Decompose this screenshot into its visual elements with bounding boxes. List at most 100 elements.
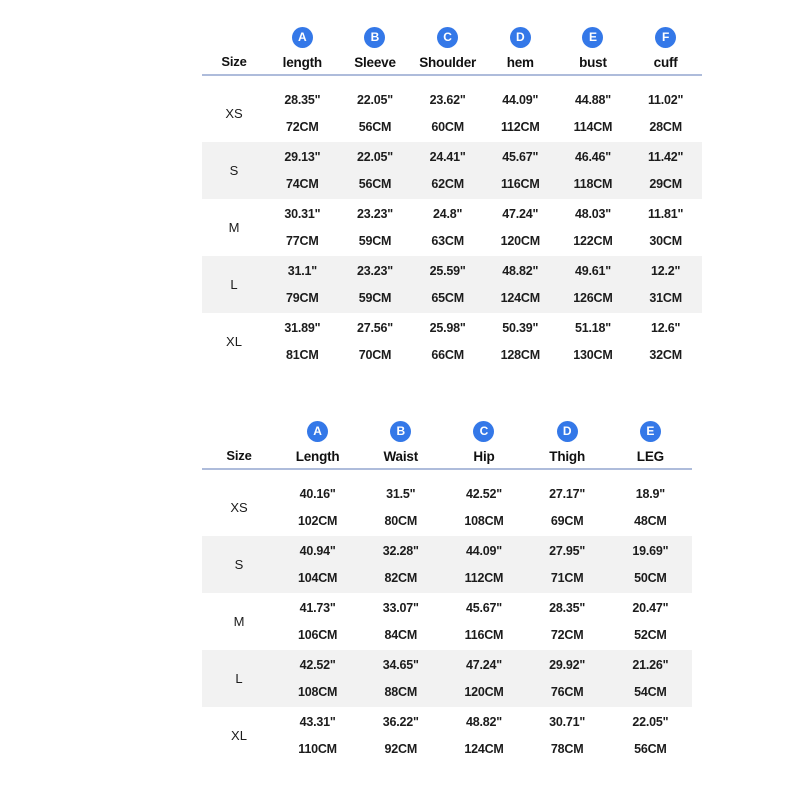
- measurement-cell: 49.61" 126CM: [556, 256, 630, 313]
- size-label: M: [228, 220, 240, 235]
- measurement-cm: 124CM: [500, 291, 540, 305]
- bottom-header-col-b: B Waist: [359, 420, 442, 468]
- measurement-cm: 29CM: [649, 177, 682, 191]
- top-header-col-c: C Shoulder: [411, 26, 484, 74]
- measurement-inch: 41.73": [299, 601, 336, 615]
- size-label: XS: [230, 500, 248, 515]
- measurement-cm: 56CM: [358, 177, 392, 191]
- top-spacer-cell: [202, 76, 702, 85]
- size-label: S: [202, 536, 276, 593]
- measurement-inch: 28.35": [549, 601, 586, 615]
- measurement-cell: 51.18" 130CM: [557, 313, 630, 370]
- measurement-cm: 32CM: [649, 348, 682, 362]
- measurement-cell: 18.9" 48CM: [609, 479, 692, 536]
- measurement-cm: 77CM: [286, 234, 319, 248]
- measurement-cell: 12.2" 31CM: [629, 256, 702, 313]
- measurement-cell: 22.05" 56CM: [338, 142, 412, 199]
- measurement-cell: 25.59" 65CM: [411, 256, 484, 313]
- size-label: XL: [226, 334, 242, 349]
- measurement-cm: 59CM: [358, 234, 392, 248]
- badge-a-icon: A: [291, 27, 313, 48]
- measurement-cm: 48CM: [634, 514, 667, 528]
- measurement-inch: 40.94": [299, 544, 336, 558]
- badge-c-icon: C: [437, 27, 459, 48]
- measurement-inch: 44.09": [465, 544, 502, 558]
- bottom-header-label-length: Length: [295, 449, 340, 464]
- measurement-cm: 72CM: [286, 120, 319, 134]
- measurement-cm: 71CM: [550, 571, 584, 585]
- measurement-inch: 50.39": [502, 321, 539, 335]
- top-header-col-a: A length: [266, 26, 339, 74]
- measurement-cell: 24.8" 63CM: [411, 199, 484, 256]
- measurement-cell: 11.02" 28CM: [629, 85, 702, 142]
- measurement-cm: 66CM: [431, 348, 464, 362]
- measurement-cm: 120CM: [464, 685, 504, 699]
- size-chart-page: Size A length B Sleeve C Shoulder D hem …: [0, 0, 800, 800]
- measurement-inch: 27.95": [549, 544, 586, 558]
- measurement-inch: 33.07": [382, 601, 419, 615]
- measurement-inch: 12.2": [651, 264, 681, 278]
- bottom-header-col-c: C Hip: [442, 420, 525, 468]
- bottom-header-label-leg: LEG: [636, 449, 664, 464]
- size-label: L: [202, 256, 266, 313]
- bottom-header-col-e: E LEG: [609, 420, 692, 468]
- measurement-cell: 42.52" 108CM: [276, 650, 360, 707]
- top-header-col-d: D hem: [484, 26, 557, 74]
- bottom-size-table: Size A Length B Waist C Hip D Thigh E LE…: [202, 420, 692, 764]
- measurement-inch: 30.31": [284, 207, 321, 221]
- table-row: XL 43.31" 110CM 36.22" 92CM 48.82" 124CM 30.71"…: [202, 707, 692, 764]
- measurement-cell: 44.09" 112CM: [442, 536, 526, 593]
- badge-e-icon: E: [582, 27, 604, 48]
- measurement-cell: 23.23" 59CM: [338, 256, 412, 313]
- measurement-cm: 79CM: [286, 291, 319, 305]
- bottom-header-label-thigh: Thigh: [549, 449, 586, 464]
- measurement-cell: 27.17" 69CM: [526, 479, 609, 536]
- measurement-cell: 47.24" 120CM: [442, 650, 526, 707]
- measurement-inch: 46.46": [574, 150, 611, 164]
- measurement-cm: 62CM: [431, 177, 464, 191]
- badge-d-icon: D: [509, 27, 531, 48]
- measurement-cell: 42.52" 108CM: [442, 479, 525, 536]
- measurement-inch: 28.35": [284, 93, 321, 107]
- measurement-cell: 50.39" 128CM: [484, 313, 557, 370]
- table-row: XS 40.16" 102CM 31.5" 80CM 42.52" 108CM 27.17" 6…: [202, 479, 692, 536]
- size-label: L: [202, 650, 276, 707]
- measurement-inch: 11.81": [647, 207, 684, 221]
- bottom-spacer-cell: [202, 470, 692, 479]
- measurement-cm: 108CM: [297, 685, 338, 699]
- measurement-cm: 114CM: [573, 120, 613, 134]
- measurement-cell: 48.82" 124CM: [442, 707, 525, 764]
- badge-spacer: [202, 420, 276, 448]
- measurement-inch: 51.18": [574, 321, 611, 335]
- measurement-inch: 22.05": [356, 93, 393, 107]
- measurement-cm: 116CM: [464, 628, 504, 642]
- measurement-cm: 82CM: [384, 571, 418, 585]
- measurement-inch: 31.5": [386, 487, 416, 501]
- measurement-cm: 110CM: [298, 742, 337, 756]
- table-row: S 40.94" 104CM 32.28" 82CM 44.09" 112CM 27.95" 7…: [202, 536, 692, 593]
- top-header-size: Size: [202, 26, 266, 74]
- table-row: M 41.73" 106CM 33.07" 84CM 45.67" 116CM 28.35" 7…: [202, 593, 692, 650]
- measurement-cell: 41.73" 106CM: [276, 593, 359, 650]
- measurement-inch: 25.98": [429, 321, 466, 335]
- top-header-col-e: E bust: [557, 26, 630, 74]
- measurement-cm: 112CM: [500, 120, 540, 134]
- measurement-inch: 42.52": [299, 658, 336, 672]
- measurement-inch: 23.23": [356, 264, 393, 278]
- bottom-header-col-d: D Thigh: [526, 420, 609, 468]
- measurement-inch: 24.8": [433, 207, 463, 221]
- top-size-chart: Size A length B Sleeve C Shoulder D hem …: [202, 26, 702, 370]
- bottom-header-size-label: Size: [226, 448, 252, 463]
- top-header-label-hem: hem: [506, 55, 534, 70]
- measurement-inch: 11.42": [647, 150, 684, 164]
- measurement-cell: 21.26" 54CM: [608, 650, 692, 707]
- measurement-inch: 23.62": [429, 93, 466, 107]
- size-label: M: [233, 614, 245, 629]
- table-row: XL 31.89" 81CM 27.56" 70CM 25.98" 66CM 50.39" 12…: [202, 313, 702, 370]
- measurement-inch: 32.28": [382, 544, 419, 558]
- badge-b-icon: B: [390, 421, 412, 442]
- measurement-cm: 63CM: [431, 234, 464, 248]
- measurement-cell: 46.46" 118CM: [556, 142, 630, 199]
- measurement-cell: 19.69" 50CM: [608, 536, 692, 593]
- measurement-inch: 24.41": [429, 150, 466, 164]
